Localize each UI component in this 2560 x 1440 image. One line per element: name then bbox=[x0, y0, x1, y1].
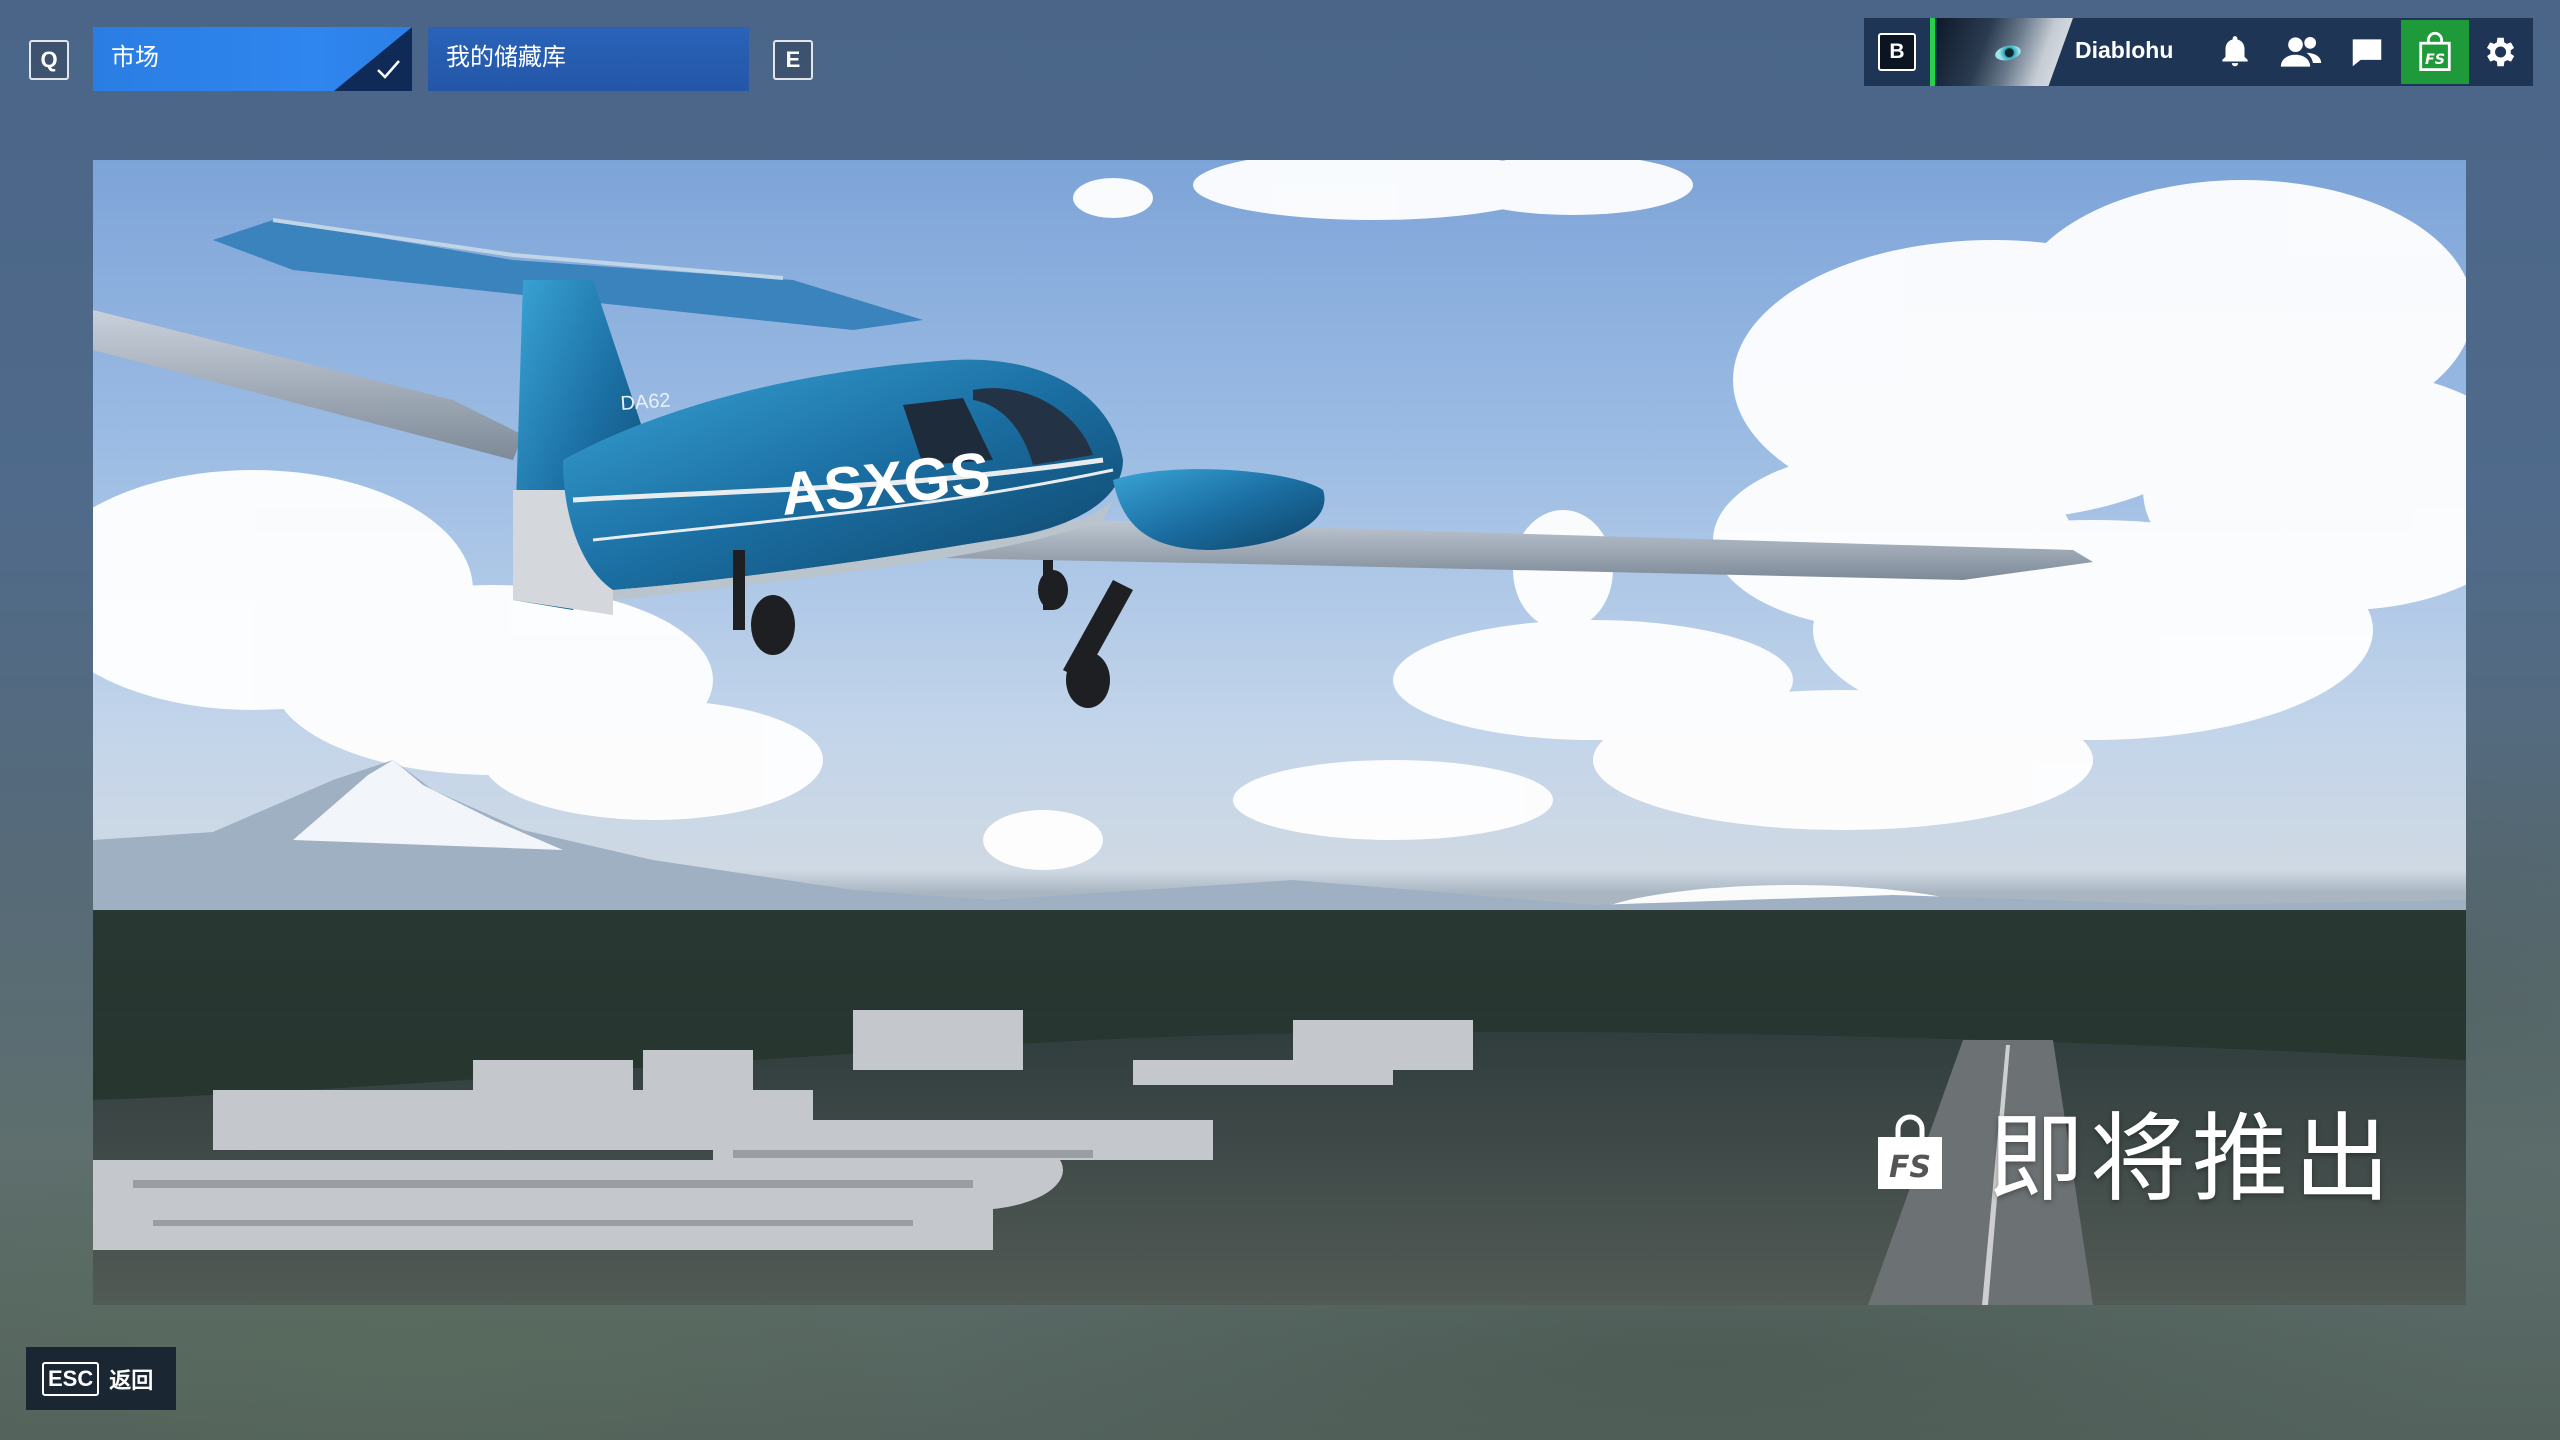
next-tab-key-hint[interactable]: E bbox=[773, 40, 813, 80]
shopping-bag-icon: FS bbox=[1878, 1114, 1942, 1189]
tab-my-library-label: 我的储藏库 bbox=[446, 44, 566, 71]
bell-icon[interactable] bbox=[2211, 28, 2259, 76]
avatar-eye bbox=[1993, 43, 2023, 63]
back-label: 返回 bbox=[109, 1367, 154, 1393]
tab-my-library[interactable]: 我的储藏库 bbox=[428, 27, 749, 91]
online-status-indicator bbox=[1930, 18, 1935, 86]
marketplace-icon[interactable]: FS bbox=[2401, 20, 2469, 84]
tab-marketplace[interactable]: 市场 bbox=[93, 27, 412, 91]
friends-icon[interactable] bbox=[2277, 28, 2325, 76]
chat-icon[interactable] bbox=[2343, 28, 2391, 76]
checkmark-icon bbox=[377, 60, 400, 79]
tab-marketplace-label: 市场 bbox=[111, 44, 159, 71]
back-button[interactable]: ESC 返回 bbox=[26, 1347, 176, 1410]
svg-text:FS: FS bbox=[2425, 52, 2445, 68]
svg-text:FS: FS bbox=[1889, 1150, 1931, 1185]
featured-banner[interactable]: ASXGS DA62 FS 即将推出 bbox=[93, 160, 2466, 1305]
plane-model-label: DA62 bbox=[620, 390, 671, 415]
esc-key-hint: ESC bbox=[42, 1361, 100, 1396]
prev-tab-key-hint[interactable]: Q bbox=[29, 40, 69, 80]
username[interactable]: Diablohu bbox=[2075, 37, 2215, 64]
profile-key-hint[interactable]: B bbox=[1878, 33, 1916, 71]
gear-icon[interactable] bbox=[2475, 28, 2523, 76]
coming-soon-text: 即将推出 bbox=[1988, 1103, 2396, 1215]
coming-soon-banner: FS 即将推出 bbox=[1870, 1081, 2396, 1220]
